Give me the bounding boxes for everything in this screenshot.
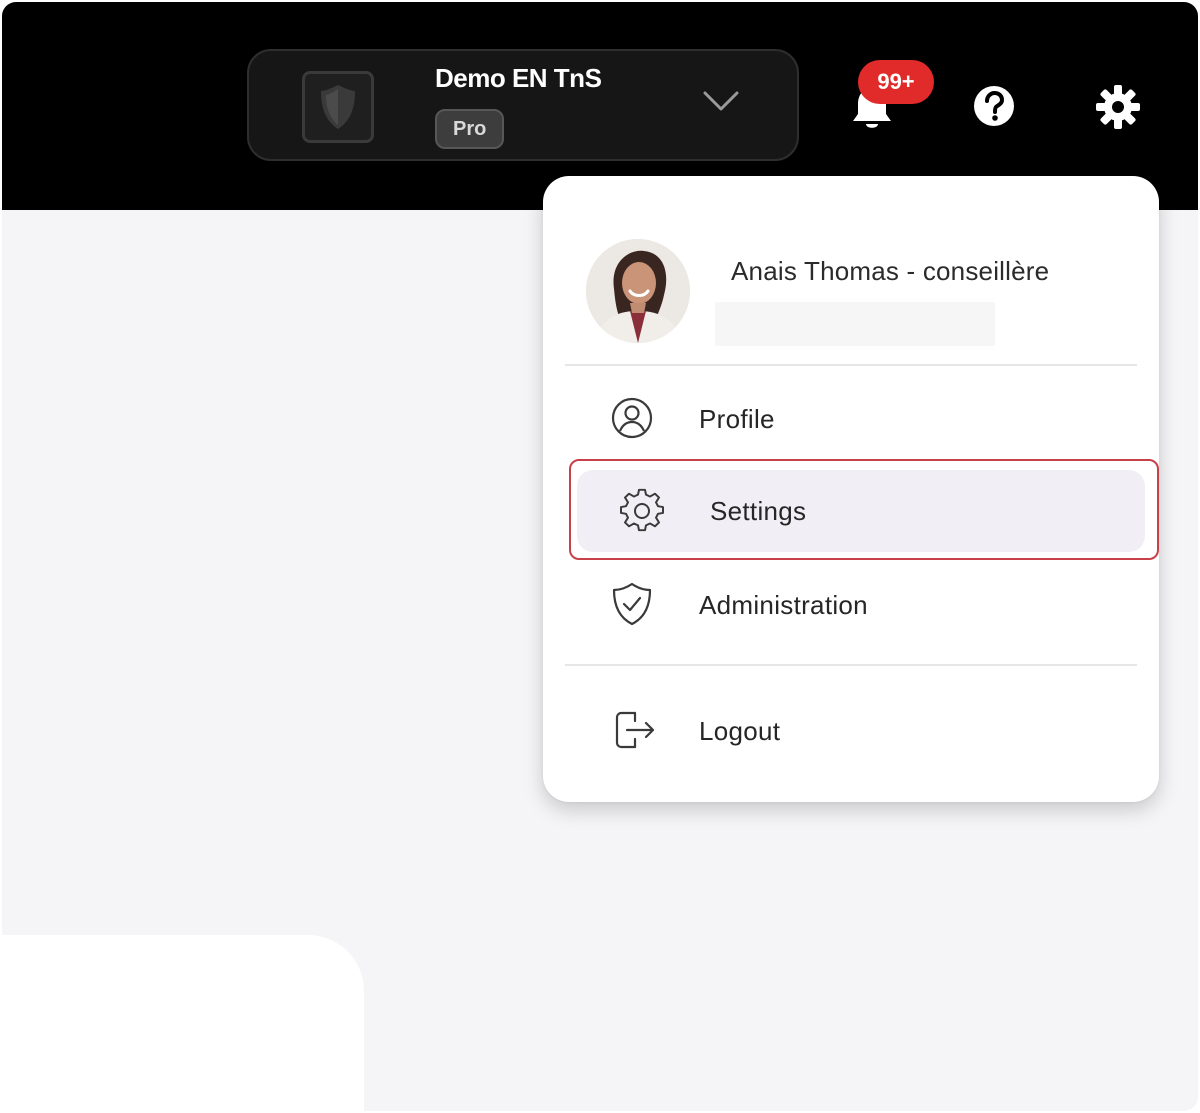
user-subtitle-placeholder [715,302,995,346]
shield-check-icon [612,582,652,626]
settings-gear-button[interactable] [1095,84,1141,130]
menu-item-administration[interactable]: Administration [543,564,1159,644]
chevron-down-icon [699,81,743,126]
content-card [2,935,364,1111]
logout-icon [615,711,655,749]
notifications-count-badge: 99+ [858,60,934,104]
menu-item-settings[interactable]: Settings [543,458,1159,552]
menu-item-logout[interactable]: Logout [543,688,1159,768]
user-circle-icon [611,397,653,439]
menu-item-label: Logout [699,716,781,746]
help-icon [974,86,1014,126]
shield-logo-icon [321,85,355,129]
user-name: Anais Thomas - conseillère [731,256,1050,286]
organization-switcher[interactable]: Demo EN TnS Pro [247,49,799,161]
plan-badge: Pro [435,109,505,149]
gear-icon [620,488,664,532]
menu-item-label: Settings [710,496,807,526]
menu-divider [565,664,1137,666]
menu-item-label: Profile [699,404,775,434]
menu-item-label: Administration [699,590,868,620]
menu-item-profile[interactable]: Profile [543,378,1159,458]
organization-logo [302,71,374,143]
user-dropdown-menu: Anais Thomas - conseillère Profile Setti… [543,176,1159,802]
menu-divider [565,364,1137,366]
organization-name: Demo EN TnS [435,63,602,93]
gear-icon [1096,85,1140,129]
app-window: Demo EN TnS Pro 99+ Anais Thomas - conse… [2,2,1198,1111]
user-avatar [586,239,690,343]
help-button[interactable] [972,84,1016,128]
